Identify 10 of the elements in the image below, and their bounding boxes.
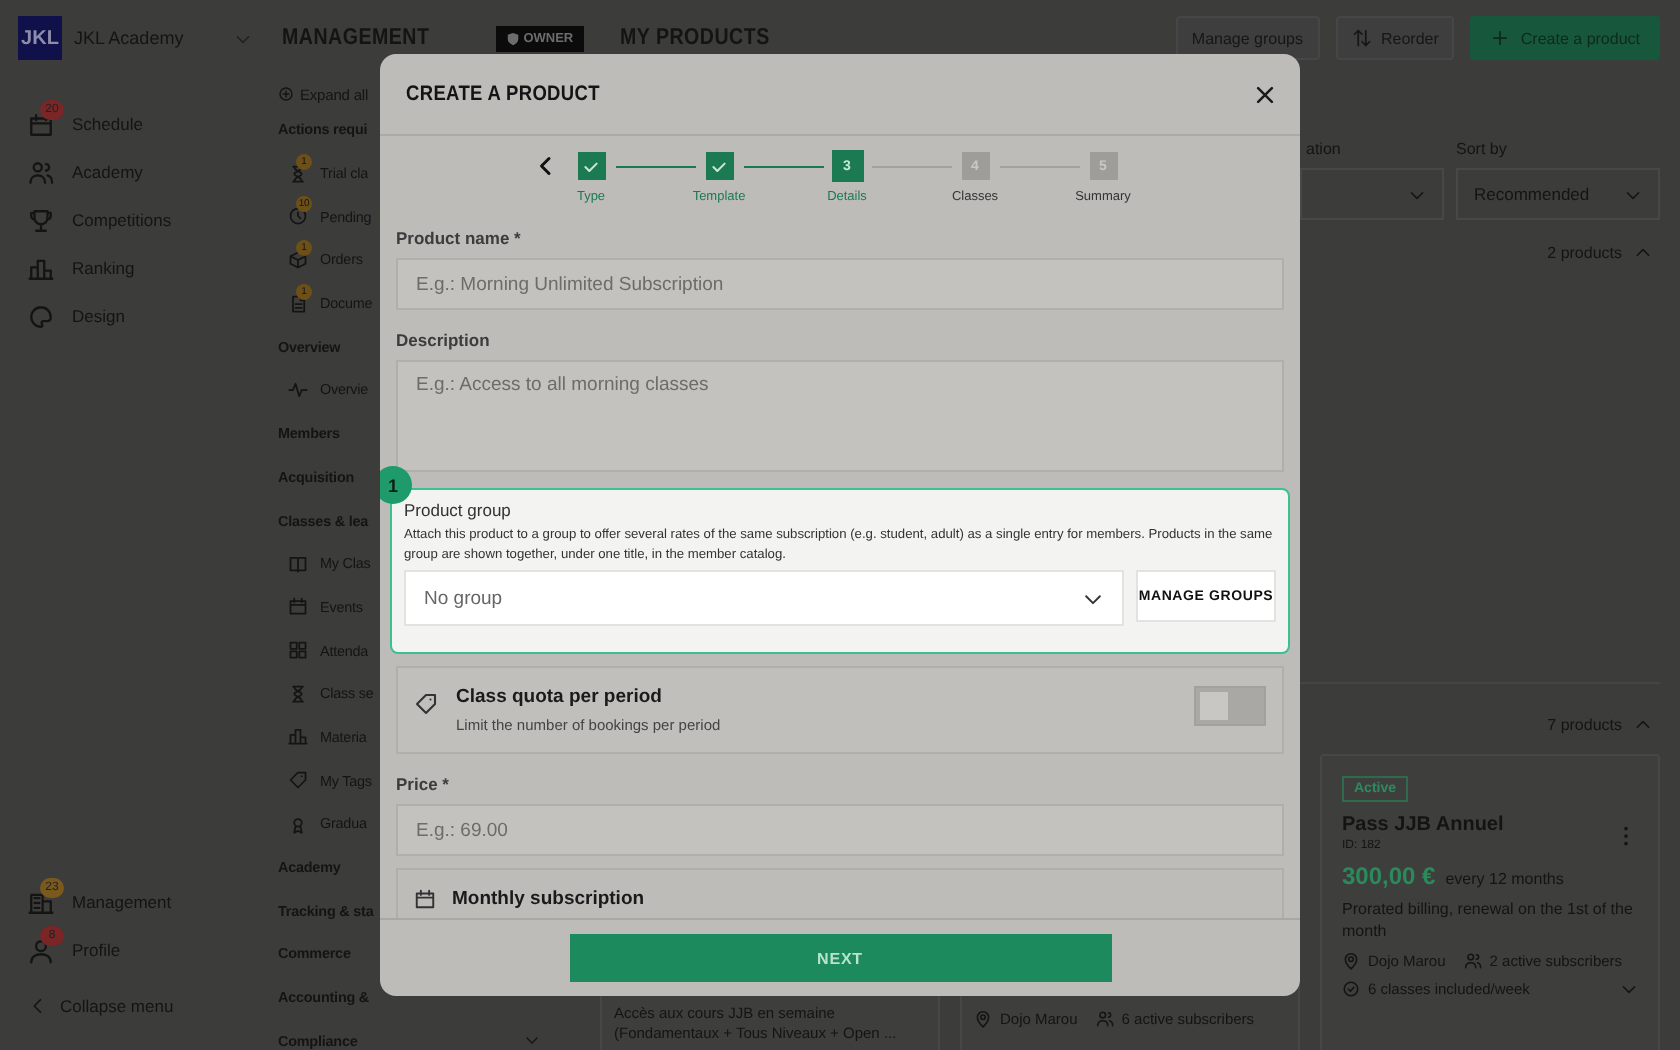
dialog-title: CREATE A PRODUCT: [406, 82, 600, 106]
field-label: Product group: [404, 500, 513, 520]
product-price: 300,00 €: [1342, 862, 1436, 890]
option-title: Class quota per period: [456, 686, 664, 708]
field-label: Price *: [396, 774, 451, 794]
option-title: Monthly subscription: [452, 888, 645, 910]
field-label: Product name *: [396, 228, 523, 248]
field-label: Description: [396, 330, 492, 350]
academy-logo: JKL: [18, 16, 62, 60]
tour-step-badge: 1: [380, 466, 412, 504]
